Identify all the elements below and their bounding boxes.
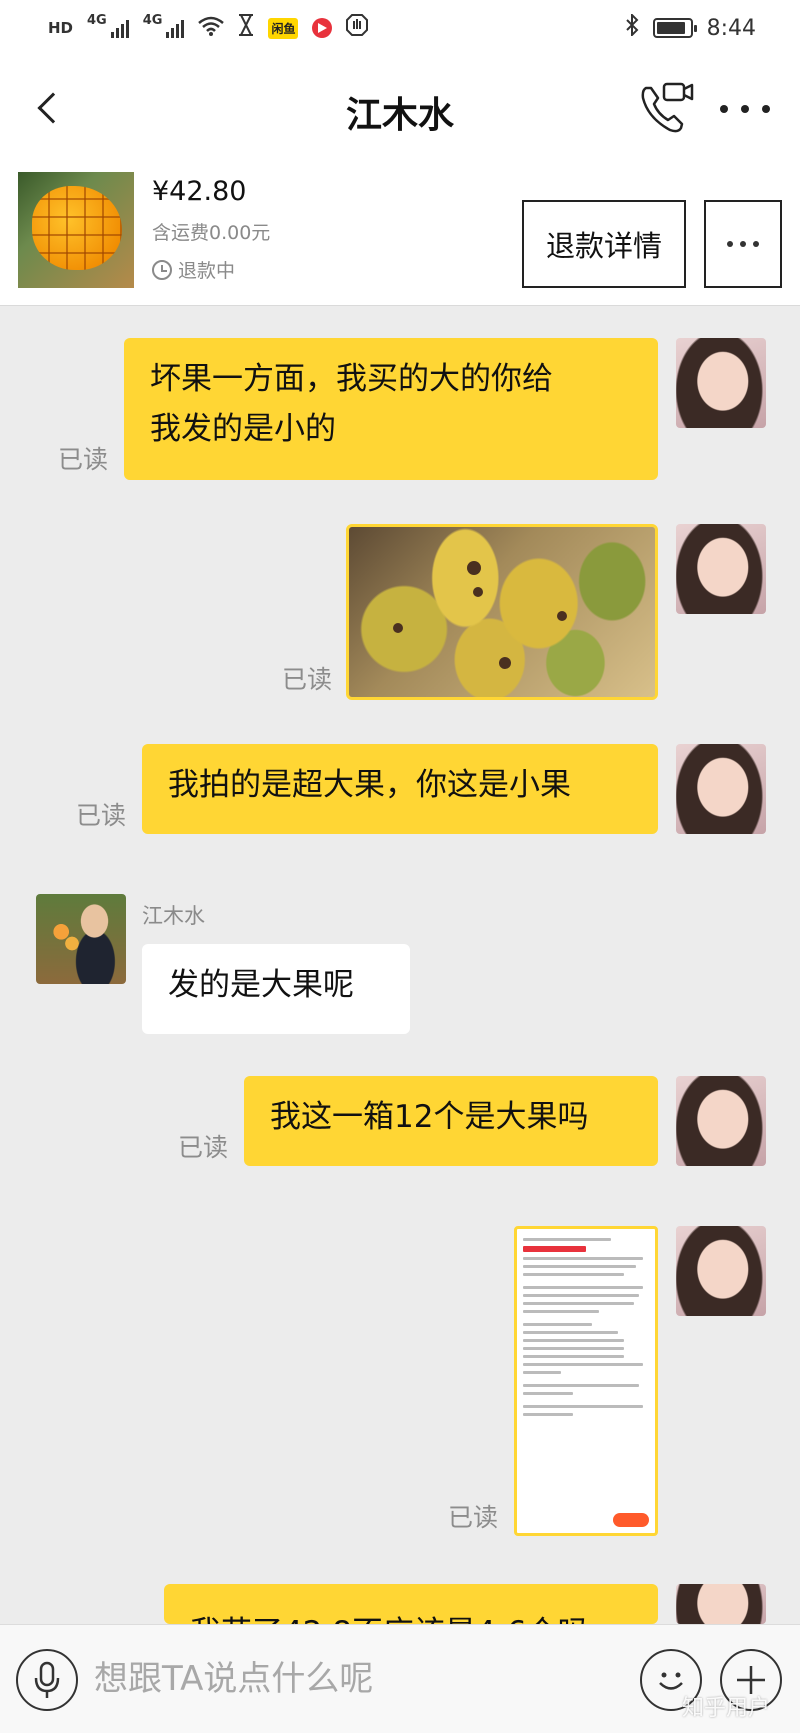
sender-name: 江木水 (142, 904, 205, 928)
chat-header: 江木水 (0, 56, 800, 160)
screenshot-message[interactable] (514, 1226, 658, 1536)
refund-details-button[interactable]: 退款详情 (522, 200, 686, 288)
message-input-bar (0, 1624, 800, 1733)
clock-icon (152, 259, 172, 280)
read-receipt: 已读 (58, 445, 109, 474)
my-avatar[interactable] (676, 1584, 766, 1624)
message-bubble[interactable]: 我拍的是超大果，你这是小果 (142, 744, 658, 834)
message-input[interactable] (94, 1651, 614, 1707)
order-card: ¥42.80 含运费0.00元 退款中 退款详情 (0, 160, 800, 306)
message-text: 我拍的是超大果，你这是小果 (168, 767, 571, 803)
status-bar: HD 4G 4G 闲鱼 8:44 (0, 0, 800, 56)
bluetooth-icon (625, 12, 639, 42)
xianyu-app-badge: 闲鱼 (268, 17, 299, 39)
my-avatar[interactable] (676, 744, 766, 834)
network-type-2: 4G (142, 12, 163, 28)
hourglass-icon (238, 14, 254, 42)
seller-avatar[interactable] (36, 894, 126, 984)
message-bubble[interactable]: 我花了42.8不应该是4-6个吗 (164, 1584, 658, 1624)
message-text: 我花了42.8不应该是4-6个吗 (190, 1615, 589, 1624)
refund-status-label: 退款中 (178, 260, 236, 282)
network-type-1: 4G (87, 12, 107, 28)
read-receipt: 已读 (76, 801, 127, 830)
my-avatar[interactable] (676, 338, 766, 428)
read-receipt: 已读 (448, 1503, 499, 1532)
video-app-icon (312, 18, 333, 38)
shipping-fee: 含运费0.00元 (152, 222, 271, 244)
message-text: 我这一箱12个是大果吗 (270, 1099, 589, 1135)
product-thumbnail[interactable] (18, 172, 134, 288)
order-price: ¥42.80 (152, 176, 247, 207)
my-avatar[interactable] (676, 1076, 766, 1166)
mango-photo (349, 527, 655, 697)
microphone-icon (34, 1661, 60, 1698)
order-more-button[interactable] (704, 200, 782, 288)
signal-icon (166, 18, 185, 38)
watermark: 知乎用户 (682, 1696, 771, 1721)
phone-video-icon (641, 82, 694, 133)
my-avatar[interactable] (676, 1226, 766, 1316)
hand-icon (346, 14, 369, 42)
product-page-screenshot (517, 1229, 655, 1533)
read-receipt: 已读 (178, 1133, 229, 1162)
read-receipt: 已读 (282, 665, 333, 694)
message-text: 我发的是小的 (150, 411, 336, 447)
message-text: 坏果一方面，我买的大的你给 (150, 361, 553, 397)
message-text: 发的是大果呢 (168, 967, 354, 1003)
message-bubble[interactable]: 坏果一方面，我买的大的你给 我发的是小的 (124, 338, 658, 480)
more-options-button[interactable] (720, 92, 770, 126)
refund-status: 退款中 (152, 256, 235, 283)
message-bubble[interactable]: 我这一箱12个是大果吗 (244, 1076, 658, 1166)
voice-button[interactable] (16, 1649, 78, 1711)
call-button[interactable] (636, 78, 696, 138)
hd-indicator: HD (48, 19, 74, 37)
image-message[interactable] (346, 524, 658, 700)
wifi-icon (198, 16, 225, 41)
battery-icon (652, 18, 697, 38)
signal-icon (110, 18, 129, 38)
clock-time: 8:44 (706, 15, 756, 41)
my-avatar[interactable] (676, 524, 766, 614)
message-bubble[interactable]: 发的是大果呢 (142, 944, 410, 1034)
